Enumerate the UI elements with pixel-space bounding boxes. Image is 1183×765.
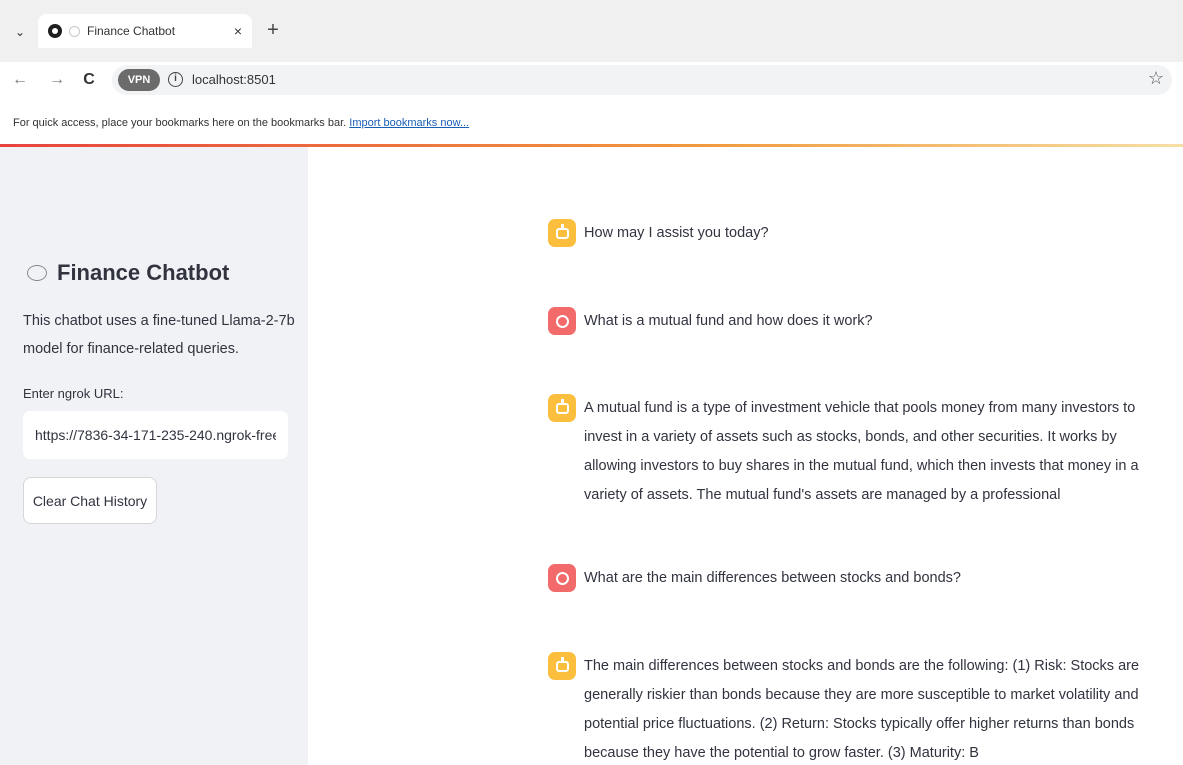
- address-bar[interactable]: VPN i localhost:8501 ☆: [112, 65, 1172, 95]
- robot-icon: [555, 656, 569, 672]
- user-face-icon: [555, 571, 569, 585]
- chat-message: A mutual fund is a type of investment ve…: [548, 394, 1168, 510]
- assistant-avatar: [548, 394, 576, 422]
- new-tab-button[interactable]: +: [262, 20, 284, 42]
- site-favicon-icon: [48, 24, 62, 38]
- sidebar-title-row: Finance Chatbot: [27, 260, 229, 286]
- reload-icon[interactable]: C: [79, 70, 99, 90]
- robot-icon: [555, 398, 569, 414]
- user-avatar: [548, 307, 576, 335]
- tab-search-chevron-icon[interactable]: ⌄: [8, 20, 32, 44]
- sidebar-title: Finance Chatbot: [57, 260, 230, 285]
- tab-close-icon[interactable]: ×: [234, 23, 242, 39]
- tab-title: Finance Chatbot: [87, 24, 176, 38]
- vpn-badge[interactable]: VPN: [118, 69, 160, 91]
- sidebar: Finance Chatbot This chatbot uses a fine…: [0, 147, 308, 765]
- ngrok-url-label: Enter ngrok URL:: [23, 386, 124, 401]
- sidebar-description: This chatbot uses a fine-tuned Llama-2-7…: [23, 313, 295, 357]
- chat-message: What are the main differences between st…: [548, 564, 1168, 593]
- user-avatar: [548, 564, 576, 592]
- robot-icon: [555, 223, 569, 239]
- message-text: What are the main differences between st…: [584, 570, 961, 586]
- tab-strip: ⌄ Finance Chatbot × +: [0, 0, 1183, 62]
- ngrok-url-input[interactable]: [23, 411, 288, 459]
- message-text: What is a mutual fund and how does it wo…: [584, 313, 873, 329]
- forward-arrow-icon[interactable]: →: [47, 70, 67, 90]
- back-arrow-icon[interactable]: ←: [10, 70, 30, 90]
- chat-message: What is a mutual fund and how does it wo…: [548, 307, 1168, 336]
- chat-area: How may I assist you today? What is a mu…: [308, 147, 1183, 765]
- assistant-avatar: [548, 219, 576, 247]
- message-text: How may I assist you today?: [584, 225, 769, 241]
- browser-toolbar: ← → C VPN i localhost:8501 ☆: [0, 62, 1183, 98]
- speech-bubble-icon: [27, 265, 47, 281]
- import-bookmarks-link[interactable]: Import bookmarks now...: [349, 117, 469, 129]
- chat-message: How may I assist you today?: [548, 219, 1168, 248]
- clear-chat-history-button[interactable]: Clear Chat History: [23, 477, 157, 524]
- assistant-avatar: [548, 652, 576, 680]
- loading-spinner-icon: [69, 25, 80, 37]
- chat-message: The main differences between stocks and …: [548, 652, 1168, 765]
- url-text[interactable]: localhost:8501: [192, 72, 276, 87]
- message-text: A mutual fund is a type of investment ve…: [584, 400, 1139, 503]
- bookmarks-bar: For quick access, place your bookmarks h…: [0, 98, 1183, 144]
- browser-tab[interactable]: Finance Chatbot ×: [38, 14, 252, 48]
- user-face-icon: [555, 314, 569, 328]
- site-info-icon[interactable]: i: [168, 72, 183, 87]
- bookmark-star-icon[interactable]: ☆: [1148, 68, 1164, 89]
- bookmarks-hint: For quick access, place your bookmarks h…: [13, 117, 347, 129]
- message-text: The main differences between stocks and …: [584, 658, 1140, 761]
